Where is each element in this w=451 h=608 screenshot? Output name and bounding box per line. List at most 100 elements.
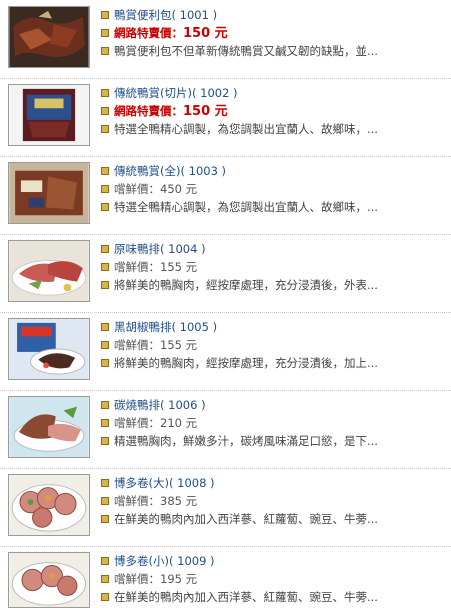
price-label: 嚐鮮價： xyxy=(114,494,160,508)
square-bullet-icon xyxy=(101,515,109,523)
product-name-link[interactable]: 博多卷(小)( 1009 ) xyxy=(100,552,447,570)
square-bullet-icon xyxy=(101,185,109,193)
description-line: 在鮮美的鴨肉內加入西洋蔘、紅蘿蔔、豌豆、牛蒡... xyxy=(100,588,447,606)
price-value: 150 元 xyxy=(183,26,228,41)
product-code[interactable]: ( 1003 ) xyxy=(180,164,226,178)
price-value: 195 元 xyxy=(160,572,198,586)
description-line: 特選全鴨精心調製，為您調製出宜蘭人、故鄉味，... xyxy=(100,198,447,216)
product-name[interactable]: 博多卷(大) xyxy=(114,476,169,490)
row-divider xyxy=(0,468,451,469)
price-line: 網路特賣價：150 元 xyxy=(100,24,447,42)
square-bullet-icon xyxy=(101,29,109,37)
product-code[interactable]: ( 1006 ) xyxy=(160,398,206,412)
product-image[interactable] xyxy=(8,396,90,458)
square-bullet-icon xyxy=(101,11,109,19)
product-description: 在鮮美的鴨肉內加入西洋蔘、紅蘿蔔、豌豆、牛蒡... xyxy=(114,590,378,604)
price-line: 嚐鮮價：155 元 xyxy=(100,258,447,276)
square-bullet-icon xyxy=(101,497,109,505)
price-line: 嚐鮮價：155 元 xyxy=(100,336,447,354)
product-description: 將鮮美的鴨胸肉，經按摩處理，充分浸漬後，外表... xyxy=(114,278,378,292)
product-description: 精選鴨胸肉，鮮嫩多汁，碳烤風味滿足口慾，是下... xyxy=(114,434,378,448)
row-divider xyxy=(0,312,451,313)
square-bullet-icon xyxy=(101,359,109,367)
price-value: 210 元 xyxy=(160,416,198,430)
price-line: 嚐鮮價：385 元 xyxy=(100,492,447,510)
product-name[interactable]: 鴨賞便利包 xyxy=(114,8,172,22)
price-label: 嚐鮮價： xyxy=(114,338,160,352)
product-row: 傳統鴨賞(全)( 1003 ) 嚐鮮價：450 元 特選全鴨精心調製，為您調製出… xyxy=(0,156,451,234)
price-label: 網路特賣價： xyxy=(114,26,183,40)
product-name-link[interactable]: 碳燒鴨排( 1006 ) xyxy=(100,396,447,414)
product-row: 博多卷(大)( 1008 ) 嚐鮮價：385 元 在鮮美的鴨肉內加入西洋蔘、紅蘿… xyxy=(0,468,451,546)
product-name[interactable]: 傳統鴨賞(切片) xyxy=(114,86,192,100)
description-line: 特選全鴨精心調製，為您調製出宜蘭人、故鄉味，... xyxy=(100,120,447,138)
product-image[interactable] xyxy=(8,84,90,146)
row-divider xyxy=(0,156,451,157)
product-row: 原味鴨排( 1004 ) 嚐鮮價：155 元 將鮮美的鴨胸肉，經按摩處理，充分浸… xyxy=(0,234,451,312)
product-image[interactable] xyxy=(8,6,90,68)
price-value: 155 元 xyxy=(160,260,198,274)
price-label: 網路特賣價： xyxy=(114,104,183,118)
description-line: 在鮮美的鴨肉內加入西洋蔘、紅蘿蔔、豌豆、牛蒡... xyxy=(100,510,447,528)
product-description: 在鮮美的鴨肉內加入西洋蔘、紅蘿蔔、豌豆、牛蒡... xyxy=(114,512,378,526)
row-divider xyxy=(0,78,451,79)
description-line: 鴨賞便利包不但革新傳統鴨賞又鹹又韌的缺點，並... xyxy=(100,42,447,60)
square-bullet-icon xyxy=(101,341,109,349)
price-label: 嚐鮮價： xyxy=(114,260,160,274)
price-label: 嚐鮮價： xyxy=(114,416,160,430)
product-row: 黑胡椒鴨排( 1005 ) 嚐鮮價：155 元 將鮮美的鴨胸肉，經按摩處理，充分… xyxy=(0,312,451,390)
square-bullet-icon xyxy=(101,203,109,211)
product-row: 傳統鴨賞(切片)( 1002 ) 網路特賣價：150 元 特選全鴨精心調製，為您… xyxy=(0,78,451,156)
product-name-link[interactable]: 傳統鴨賞(全)( 1003 ) xyxy=(100,162,447,180)
square-bullet-icon xyxy=(101,323,109,331)
row-divider xyxy=(0,390,451,391)
product-description: 特選全鴨精心調製，為您調製出宜蘭人、故鄉味，... xyxy=(114,200,378,214)
product-name[interactable]: 原味鴨排 xyxy=(114,242,160,256)
product-code[interactable]: ( 1004 ) xyxy=(160,242,206,256)
square-bullet-icon xyxy=(101,281,109,289)
product-name-link[interactable]: 傳統鴨賞(切片)( 1002 ) xyxy=(100,84,447,102)
product-code[interactable]: ( 1008 ) xyxy=(169,476,215,490)
product-name[interactable]: 黑胡椒鴨排 xyxy=(114,320,172,334)
product-name-link[interactable]: 博多卷(大)( 1008 ) xyxy=(100,474,447,492)
product-description: 將鮮美的鴨胸肉，經按摩處理，充分浸漬後，加上... xyxy=(114,356,378,370)
product-image[interactable] xyxy=(8,552,90,608)
product-image[interactable] xyxy=(8,240,90,302)
product-name[interactable]: 博多卷(小) xyxy=(114,554,169,568)
square-bullet-icon xyxy=(101,245,109,253)
product-code[interactable]: ( 1002 ) xyxy=(192,86,238,100)
price-label: 嚐鮮價： xyxy=(114,572,160,586)
price-value: 385 元 xyxy=(160,494,198,508)
price-label: 嚐鮮價： xyxy=(114,182,160,196)
square-bullet-icon xyxy=(101,47,109,55)
price-line: 嚐鮮價：450 元 xyxy=(100,180,447,198)
square-bullet-icon xyxy=(101,89,109,97)
square-bullet-icon xyxy=(101,263,109,271)
product-name-link[interactable]: 原味鴨排( 1004 ) xyxy=(100,240,447,258)
product-name-link[interactable]: 鴨賞便利包( 1001 ) xyxy=(100,6,447,24)
product-image[interactable] xyxy=(8,318,90,380)
price-line: 嚐鮮價：210 元 xyxy=(100,414,447,432)
square-bullet-icon xyxy=(101,401,109,409)
product-code[interactable]: ( 1005 ) xyxy=(172,320,218,334)
product-name[interactable]: 傳統鴨賞(全) xyxy=(114,164,180,178)
square-bullet-icon xyxy=(101,437,109,445)
product-image[interactable] xyxy=(8,162,90,224)
square-bullet-icon xyxy=(101,167,109,175)
product-code[interactable]: ( 1001 ) xyxy=(172,8,218,22)
square-bullet-icon xyxy=(101,107,109,115)
row-divider xyxy=(0,234,451,235)
square-bullet-icon xyxy=(101,557,109,565)
product-code[interactable]: ( 1009 ) xyxy=(169,554,215,568)
product-name-link[interactable]: 黑胡椒鴨排( 1005 ) xyxy=(100,318,447,336)
square-bullet-icon xyxy=(101,575,109,583)
product-image[interactable] xyxy=(8,474,90,536)
product-list: 鴨賞便利包( 1001 ) 網路特賣價：150 元 鴨賞便利包不但革新傳統鴨賞又… xyxy=(0,0,451,608)
description-line: 精選鴨胸肉，鮮嫩多汁，碳烤風味滿足口慾，是下... xyxy=(100,432,447,450)
price-value: 450 元 xyxy=(160,182,198,196)
product-description: 特選全鴨精心調製，為您調製出宜蘭人、故鄉味，... xyxy=(114,122,378,136)
description-line: 將鮮美的鴨胸肉，經按摩處理，充分浸漬後，加上... xyxy=(100,354,447,372)
square-bullet-icon xyxy=(101,593,109,601)
square-bullet-icon xyxy=(101,125,109,133)
product-name[interactable]: 碳燒鴨排 xyxy=(114,398,160,412)
